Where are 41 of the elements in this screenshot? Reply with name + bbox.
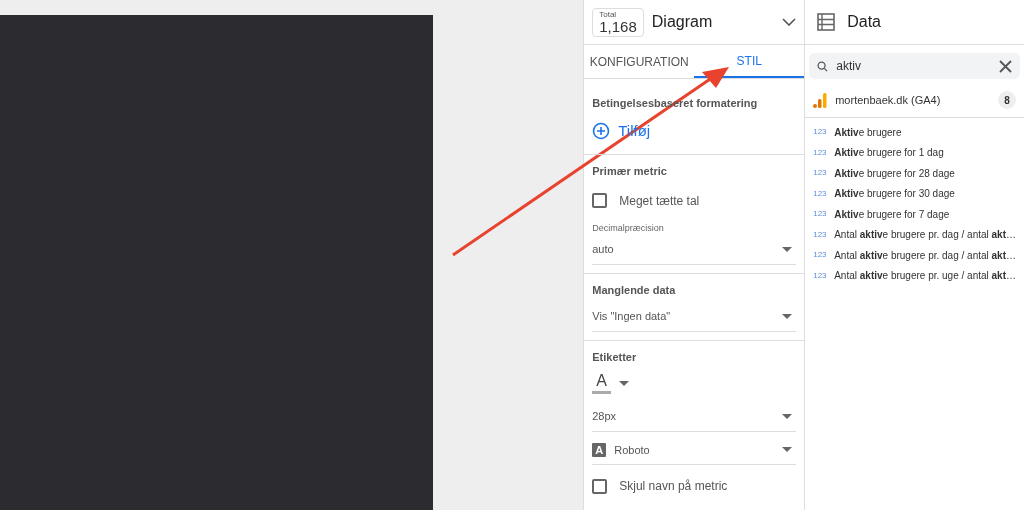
dropdown-caret-icon <box>782 313 793 319</box>
dropdown[interactable]: Vis "Ingen data" <box>592 302 797 332</box>
dropdown-caret-icon <box>782 413 793 419</box>
plus-circle-icon <box>592 121 611 140</box>
field-list-item[interactable]: 123 Antal aktive brugere pr. dag / antal akt… <box>805 245 1024 266</box>
analytics-bars-icon <box>813 92 828 108</box>
checkbox[interactable] <box>592 478 608 494</box>
search-icon <box>817 60 829 72</box>
field-count-badge: 8 <box>998 91 1016 109</box>
field-list-item[interactable]: 123 Antal aktive brugere pr. dag / antal akt… <box>805 224 1024 245</box>
dropdown[interactable]: 28px <box>592 402 797 432</box>
total-chip: Total 1,168 <box>592 7 644 37</box>
data-source-name: mortenbaek.dk (GA4) <box>835 92 942 108</box>
font-name: Roboto <box>614 442 650 458</box>
close-icon[interactable] <box>999 59 1012 73</box>
section-heading: Manglende data <box>592 282 677 298</box>
font-dropdown[interactable]: A Roboto <box>592 435 797 465</box>
checkbox[interactable] <box>592 193 608 208</box>
field-list-item[interactable]: 123 Aktive brugere for 7 dage <box>805 204 1024 225</box>
font-glyph-icon: A <box>592 442 607 457</box>
tab[interactable]: KONFIGURATION <box>584 45 695 78</box>
field-list-item[interactable]: 123 Aktive brugere for 1 dag <box>805 142 1024 163</box>
field-list-item[interactable]: 123 Aktive brugere <box>805 122 1024 143</box>
field-caption: Decimalpræcision <box>592 221 665 235</box>
field-list-item[interactable]: 123 Aktive brugere for 28 dage <box>805 163 1024 184</box>
field-list-item[interactable]: 123 Antal aktive brugere pr. uge / antal akt… <box>805 265 1024 286</box>
field-list-item[interactable]: 123 Aktive brugere for 30 dage <box>805 183 1024 204</box>
search-field[interactable]: aktiv <box>809 53 1020 79</box>
dropdown-caret-icon <box>618 381 629 386</box>
table-icon <box>817 13 836 31</box>
panel-title: Data <box>847 12 881 32</box>
chevron-down-icon[interactable] <box>782 18 797 26</box>
section-heading: Etiketter <box>592 349 638 365</box>
text-color-picker[interactable]: A <box>592 369 629 398</box>
dropdown-caret-icon <box>782 246 793 252</box>
section-heading: Primær metric <box>592 164 668 179</box>
dropdown-caret-icon <box>782 447 793 453</box>
dropdown[interactable]: auto <box>592 235 797 265</box>
panel-title: Diagram <box>651 12 714 32</box>
checkbox-label: Meget tætte tal <box>619 192 700 210</box>
checkbox-label: Skjul navn på metric <box>619 478 728 495</box>
